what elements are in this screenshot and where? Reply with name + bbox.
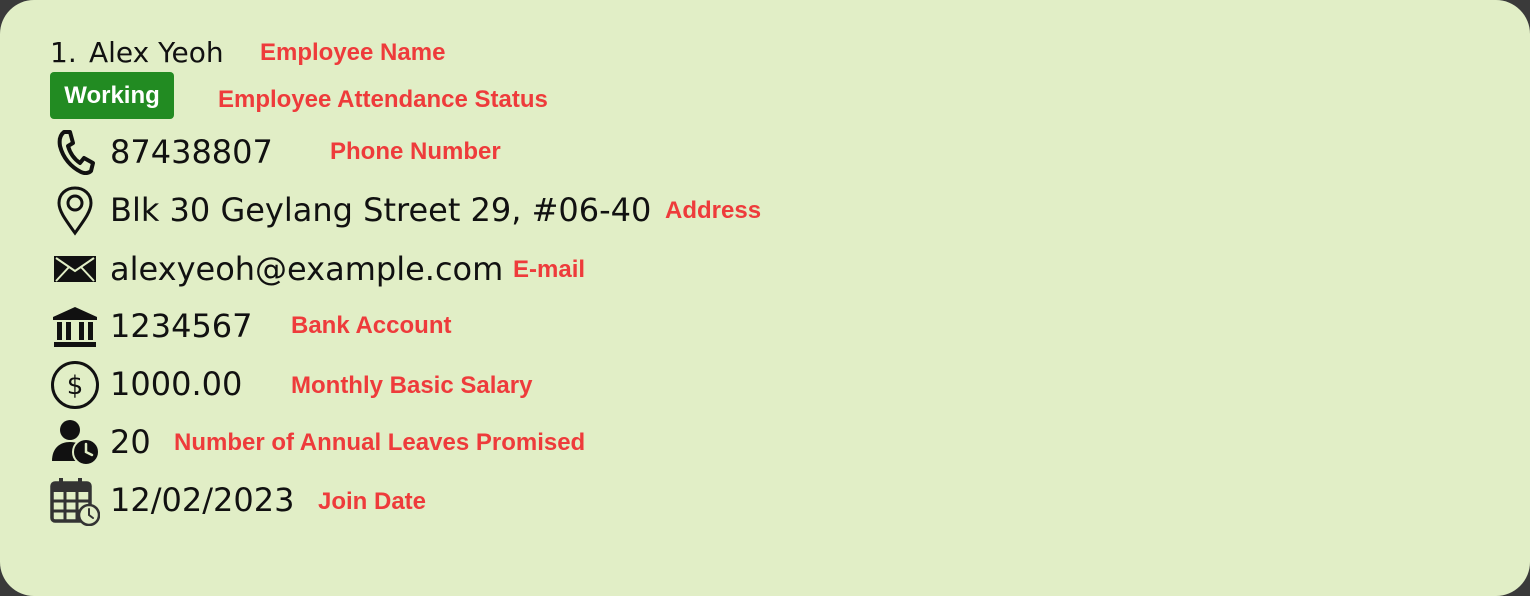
status-badge: Working — [50, 72, 174, 119]
employee-name: Alex Yeoh — [89, 36, 224, 69]
svg-text:$: $ — [67, 371, 84, 401]
annotation-monthly-salary: Monthly Basic Salary — [291, 372, 533, 399]
annotation-phone-number: Phone Number — [330, 138, 501, 165]
bank-account: 1234567 — [110, 307, 253, 345]
location-pin-icon — [50, 186, 100, 236]
monthly-salary: 1000.00 — [110, 365, 243, 403]
calendar-clock-icon — [50, 476, 100, 526]
employee-index: 1. — [50, 36, 77, 69]
address: Blk 30 Geylang Street 29, #06-40 — [110, 191, 652, 229]
annotation-employee-name: Employee Name — [260, 39, 446, 66]
email: alexyeoh@example.com — [110, 250, 504, 288]
join-date: 12/02/2023 — [110, 481, 295, 519]
annotation-attendance-status: Employee Attendance Status — [218, 86, 548, 113]
dollar-circle-icon: $ — [50, 360, 100, 410]
annotation-bank-account: Bank Account — [291, 312, 452, 339]
phone-icon — [50, 127, 100, 177]
annual-leaves: 20 — [110, 423, 151, 461]
envelope-icon — [50, 244, 100, 294]
annotation-email: E-mail — [513, 256, 586, 283]
user-clock-icon — [50, 417, 100, 467]
annotation-address: Address — [665, 197, 762, 224]
bank-icon — [50, 302, 100, 352]
annotation-annual-leaves: Number of Annual Leaves Promised — [174, 429, 586, 456]
annotation-join-date: Join Date — [318, 488, 427, 515]
phone-number: 87438807 — [110, 133, 273, 171]
employee-card[interactable]: 1. Alex Yeoh Employee Name Working Emplo… — [0, 0, 1530, 596]
